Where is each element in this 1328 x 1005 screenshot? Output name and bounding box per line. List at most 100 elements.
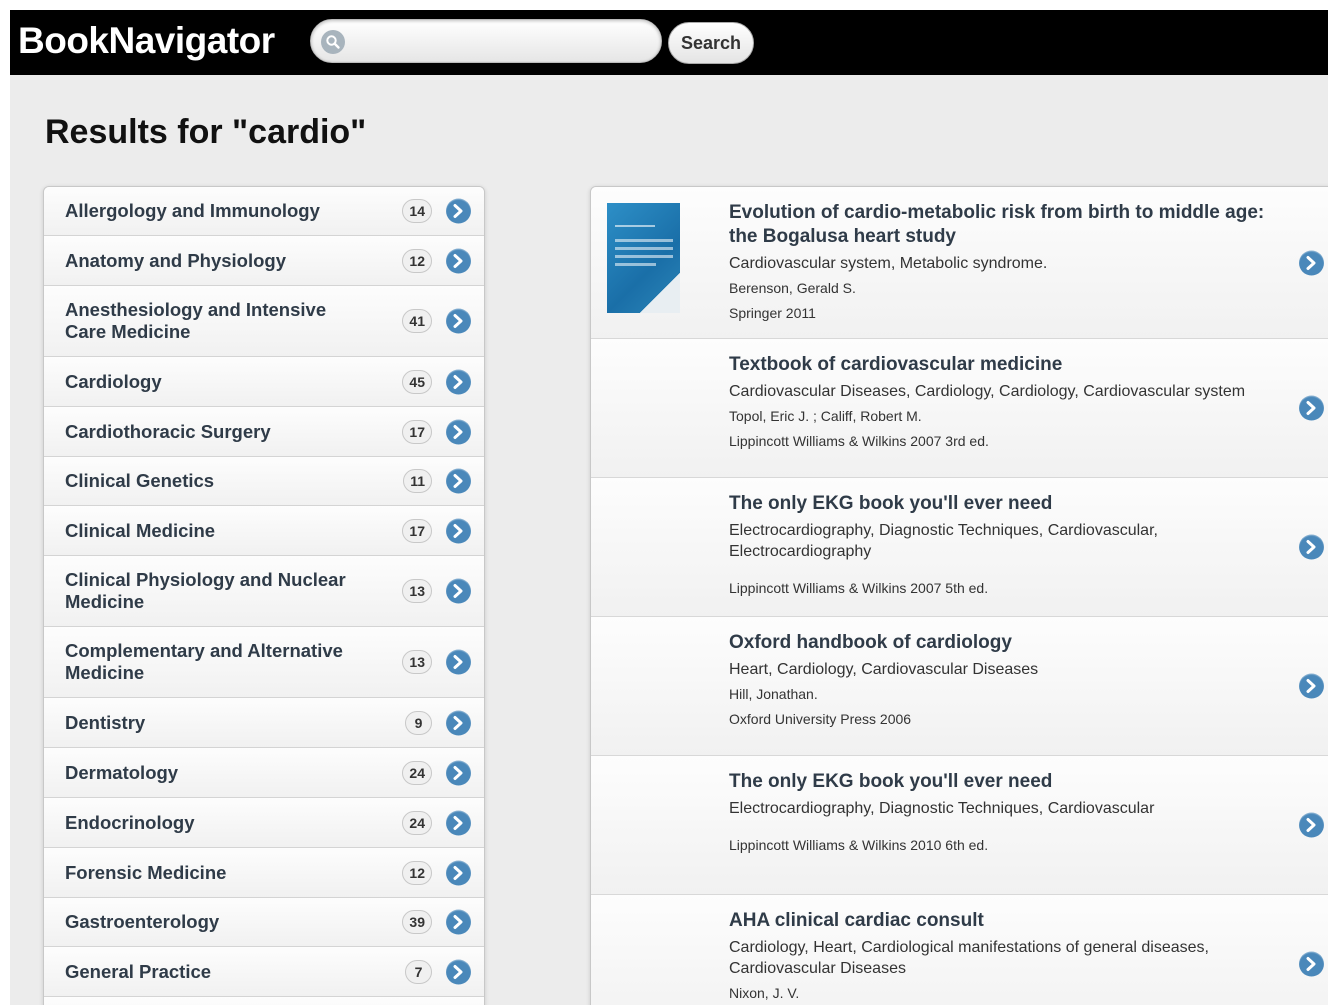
chevron-right-circle-icon[interactable]	[1299, 673, 1324, 699]
chevron-right-circle-icon[interactable]	[446, 959, 471, 984]
book-authors: Hill, Jonathan.	[729, 686, 818, 702]
chevron-right-circle-icon[interactable]	[446, 810, 471, 835]
category-item[interactable]	[44, 997, 484, 1005]
category-count-badge: 13	[402, 650, 432, 674]
book-item[interactable]: Oxford handbook of cardiology Heart, Card…	[591, 617, 1328, 756]
book-subjects: Electrocardiography, Diagnostic Techniqu…	[729, 800, 1155, 817]
category-item[interactable]: Dentistry 9	[44, 698, 484, 748]
category-item[interactable]: Complementary and Alternative Medicine 13	[44, 627, 484, 698]
book-authors: Nixon, J. V.	[729, 985, 800, 1001]
book-title[interactable]: Textbook of cardiovascular medicine	[729, 353, 1289, 377]
category-count-badge: 9	[405, 710, 432, 735]
chevron-right-circle-icon[interactable]	[1299, 534, 1324, 560]
book-subjects: Cardiology, Heart, Cardiological manifes…	[729, 939, 1209, 977]
chevron-right-circle-icon[interactable]	[446, 419, 471, 444]
book-item[interactable]: AHA clinical cardiac consult Cardiology, …	[591, 895, 1328, 1005]
book-title[interactable]: Oxford handbook of cardiology	[729, 631, 1289, 655]
category-list: Allergology and Immunology 14 Anatomy and …	[43, 186, 485, 1005]
category-item[interactable]: Cardiothoracic Surgery 17	[44, 407, 484, 457]
book-publisher: Lippincott Williams & Wilkins 2007 5th e…	[729, 580, 989, 596]
logo[interactable]: BookNavigator	[18, 21, 275, 61]
category-count-badge: 24	[402, 810, 432, 835]
chevron-right-circle-icon[interactable]	[446, 578, 471, 604]
category-label: Dermatology	[65, 761, 179, 783]
category-item[interactable]: Clinical Medicine 17	[44, 506, 484, 556]
category-label: Dentistry	[65, 711, 146, 733]
category-count-badge: 41	[402, 309, 432, 333]
category-label: General Practice	[65, 960, 212, 982]
category-item[interactable]: Gastroenterology 39	[44, 898, 484, 947]
book-authors: Berenson, Gerald S.	[729, 280, 856, 296]
chevron-right-circle-icon[interactable]	[446, 248, 471, 273]
page: BookNavigator Search Results for "cardio…	[10, 10, 1328, 1005]
chevron-right-circle-icon[interactable]	[446, 649, 471, 675]
category-label: Cardiology	[65, 370, 162, 392]
category-item[interactable]: General Practice 7	[44, 947, 484, 997]
book-item[interactable]: Textbook of cardiovascular medicine Cardi…	[591, 339, 1328, 478]
book-item[interactable]: The only EKG book you'll ever need Electr…	[591, 756, 1328, 895]
category-label: Endocrinology	[65, 811, 195, 833]
category-item[interactable]: Cardiology 45	[44, 357, 484, 407]
search-input[interactable]	[351, 26, 651, 56]
category-item[interactable]: Clinical Physiology and Nuclear Medicine…	[44, 556, 484, 627]
category-count-badge: 12	[402, 860, 432, 885]
category-label: Clinical Medicine	[65, 519, 216, 541]
category-label: Anatomy and Physiology	[65, 249, 287, 271]
book-item[interactable]: The only EKG book you'll ever need Electr…	[591, 478, 1328, 617]
book-title[interactable]: AHA clinical cardiac consult	[729, 909, 1289, 933]
header-bar: BookNavigator Search	[10, 10, 1328, 75]
category-count-badge: 17	[402, 419, 432, 444]
category-count-badge: 13	[402, 579, 432, 603]
book-subjects: Cardiovascular Diseases, Cardiology, Car…	[729, 383, 1246, 400]
chevron-right-circle-icon[interactable]	[446, 369, 471, 394]
category-label: Gastroenterology	[65, 911, 220, 932]
category-label: Allergology and Immunology	[65, 200, 320, 221]
chevron-right-circle-icon[interactable]	[446, 760, 471, 785]
category-item[interactable]: Dermatology 24	[44, 748, 484, 798]
category-count-badge: 17	[402, 518, 432, 543]
chevron-right-circle-icon[interactable]	[446, 860, 471, 885]
chevron-right-circle-icon[interactable]	[1299, 951, 1324, 977]
chevron-right-circle-icon[interactable]	[446, 308, 471, 334]
category-count-badge: 7	[405, 959, 432, 984]
category-label: Clinical Genetics	[65, 470, 215, 491]
category-label: Clinical Physiology and Nuclear Medicine	[65, 569, 346, 612]
chevron-right-circle-icon[interactable]	[446, 518, 471, 543]
category-item[interactable]: Endocrinology 24	[44, 798, 484, 848]
book-item[interactable]: Evolution of cardio-metabolic risk from …	[591, 187, 1328, 339]
chevron-right-circle-icon[interactable]	[446, 198, 471, 224]
book-publisher: Oxford University Press 2006	[729, 711, 912, 727]
search-button[interactable]: Search	[668, 22, 754, 64]
chevron-right-circle-icon[interactable]	[1299, 812, 1324, 838]
book-subjects: Electrocardiography, Diagnostic Techniqu…	[729, 522, 1158, 560]
category-item[interactable]: Clinical Genetics 11	[44, 457, 484, 506]
chevron-right-circle-icon[interactable]	[1299, 395, 1324, 421]
chevron-right-circle-icon[interactable]	[446, 468, 471, 494]
book-list: Evolution of cardio-metabolic risk from …	[590, 186, 1328, 1005]
chevron-right-circle-icon[interactable]	[446, 710, 471, 735]
category-label: Anesthesiology and Intensive Care Medici…	[65, 299, 327, 342]
search-icon	[321, 30, 345, 54]
search-box[interactable]	[310, 19, 662, 63]
book-cover-image[interactable]	[607, 203, 680, 313]
book-title[interactable]: The only EKG book you'll ever need	[729, 492, 1289, 516]
chevron-right-circle-icon[interactable]	[1299, 250, 1324, 275]
book-authors: Topol, Eric J. ; Califf, Robert M.	[729, 408, 922, 424]
category-label: Forensic Medicine	[65, 861, 227, 883]
category-item[interactable]: Forensic Medicine 12	[44, 848, 484, 898]
category-count-badge: 11	[403, 469, 432, 493]
page-title: Results for "cardio"	[45, 113, 367, 151]
category-item[interactable]: Anesthesiology and Intensive Care Medici…	[44, 286, 484, 357]
category-count-badge: 39	[402, 910, 432, 934]
category-item[interactable]: Anatomy and Physiology 12	[44, 236, 484, 286]
category-count-badge: 12	[402, 248, 432, 273]
category-count-badge: 14	[402, 199, 432, 223]
book-title[interactable]: The only EKG book you'll ever need	[729, 770, 1289, 794]
book-publisher: Springer 2011	[729, 305, 816, 321]
chevron-right-circle-icon[interactable]	[446, 909, 471, 935]
category-item[interactable]: Allergology and Immunology 14	[44, 187, 484, 236]
book-title[interactable]: Evolution of cardio-metabolic risk from …	[729, 201, 1289, 249]
book-subjects: Heart, Cardiology, Cardiovascular Diseas…	[729, 661, 1039, 678]
book-publisher: Lippincott Williams & Wilkins 2007 3rd e…	[729, 433, 989, 449]
book-subjects: Cardiovascular system, Metabolic syndrom…	[729, 255, 1048, 272]
